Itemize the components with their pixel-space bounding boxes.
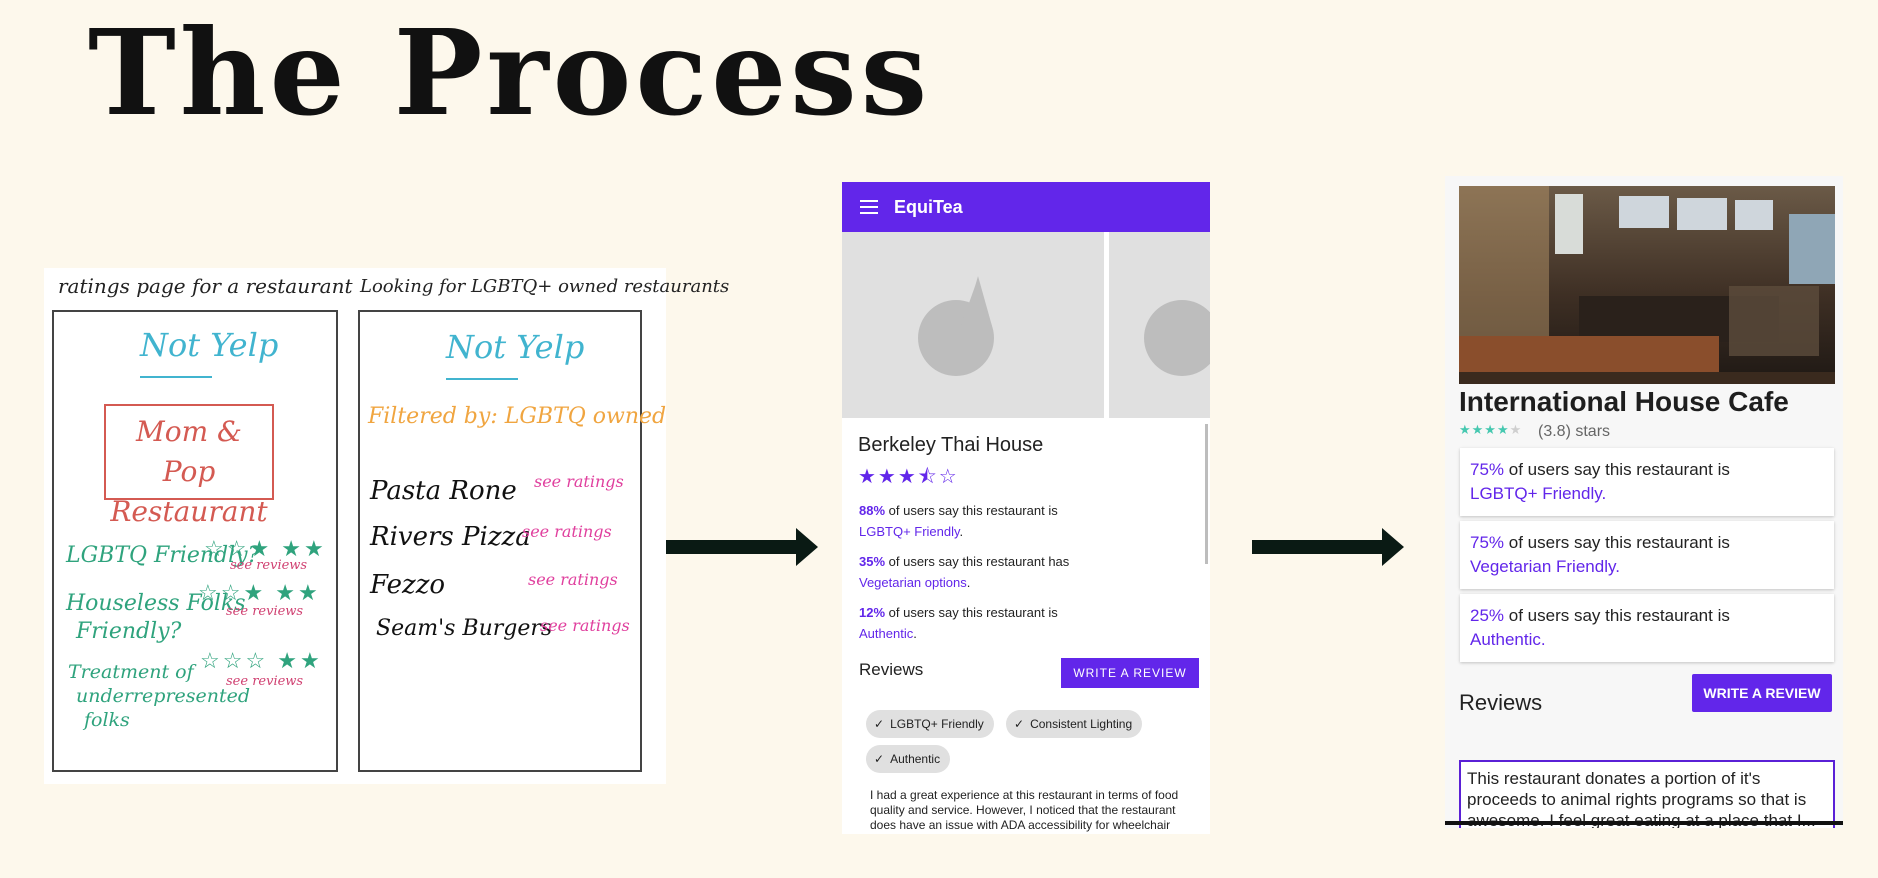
- sketch-logo: Not Yelp: [140, 326, 279, 364]
- sketch-caption-ratings: ratings page for a restaurant: [58, 274, 353, 298]
- sketch-criterion-3-stars: ☆☆☆ ★★: [200, 648, 323, 673]
- chip-authentic[interactable]: ✓ Authentic: [866, 745, 951, 773]
- sketch-criterion-3-line-3: folks: [84, 709, 130, 731]
- stat-link[interactable]: Authentic: [859, 626, 913, 641]
- stat-end: .: [959, 524, 964, 539]
- image-carousel[interactable]: [842, 232, 1210, 418]
- sketch-criterion-2-reviews: see reviews: [226, 604, 304, 619]
- sketch-restaurant-1-link: see ratings: [534, 472, 624, 491]
- review-text: I had a great experience at this restaur…: [870, 788, 1179, 834]
- stat-percent: 88%: [859, 503, 886, 518]
- reviews-heading: Reviews: [859, 660, 924, 679]
- star-icon: ★: [1509, 422, 1523, 437]
- divider: [1445, 821, 1843, 825]
- sketch-criterion-3-reviews: see reviews: [226, 674, 304, 689]
- stat-item: 88% of users say this restaurant is LGBT…: [859, 500, 1199, 542]
- restaurant-name: Berkeley Thai House: [858, 434, 1044, 456]
- sketch-logo-underline: [140, 376, 212, 378]
- sketch-criterion-1-reviews: see reviews: [230, 558, 308, 573]
- write-review-button[interactable]: WRITE A REVIEW: [1061, 658, 1199, 688]
- sketch-criterion-3-line-2: underrepresented: [76, 685, 251, 707]
- write-review-button[interactable]: WRITE A REVIEW: [1692, 674, 1832, 712]
- sketch-restaurant-4-link: see ratings: [540, 616, 630, 635]
- sketch-restaurant-4: Seam's Burgers: [376, 616, 553, 641]
- chip-label: LGBTQ+ Friendly: [890, 717, 984, 731]
- stat-text: of users say this restaurant is: [1504, 460, 1730, 479]
- cafe-interior-image: [1459, 186, 1835, 384]
- sketch-criterion-2-line-2: Friendly?: [76, 619, 182, 644]
- stat-card: 25% of users say this restaurant is Authe…: [1460, 594, 1834, 662]
- chip-lgbtq-friendly[interactable]: ✓ LGBTQ+ Friendly: [866, 710, 994, 738]
- arrow-right-icon: [1252, 528, 1404, 566]
- stat-link[interactable]: LGBTQ+ Friendly.: [1470, 484, 1606, 503]
- stat-percent: 75%: [1470, 460, 1505, 479]
- stat-link[interactable]: Vegetarian options: [859, 575, 967, 590]
- check-icon: ✓: [1014, 717, 1025, 731]
- review-card[interactable]: This restaurant donates a portion of it'…: [1459, 760, 1835, 828]
- app-title: EquiTea: [894, 196, 963, 217]
- stat-text: of users say this restaurant is: [1504, 533, 1730, 552]
- reviews-heading: Reviews: [1459, 690, 1543, 715]
- stat-item: 12% of users say this restaurant is Auth…: [859, 602, 1199, 644]
- arrow-right-icon: [666, 528, 818, 566]
- chip-label: Authentic: [890, 752, 941, 766]
- stat-text: of users say this restaurant is: [885, 503, 1058, 518]
- scrollbar[interactable]: [1205, 424, 1208, 564]
- sketch-restaurant-line-2: Restaurant: [110, 495, 268, 528]
- stat-percent: 12%: [859, 605, 886, 620]
- stat-text: of users say this restaurant is: [1504, 606, 1730, 625]
- sketch-filter-label: Filtered by: LGBTQ owned: [368, 404, 667, 429]
- stat-text: of users say this restaurant is: [885, 605, 1058, 620]
- rating-text: (3.8) stars: [1538, 423, 1611, 440]
- sketch-logo-2-underline: [446, 378, 518, 380]
- app-bar: EquiTea: [842, 182, 1210, 232]
- rating-stars: ★★★★★: [1459, 422, 1522, 438]
- stat-link[interactable]: Vegetarian Friendly.: [1470, 557, 1620, 576]
- sketch-restaurant-box: Mom & Pop Restaurant: [104, 404, 274, 528]
- stat-card: 75% of users say this restaurant is Veget…: [1460, 521, 1834, 589]
- stat-end: .: [966, 575, 971, 590]
- chip-label: Consistent Lighting: [1030, 717, 1133, 731]
- star-icon: ★★★★: [1459, 422, 1510, 437]
- sketch-restaurant-1: Pasta Rone: [370, 476, 517, 506]
- stat-link[interactable]: LGBTQ+ Friendly: [859, 524, 960, 539]
- paper-sketch-panel: ratings page for a restaurant Looking fo…: [44, 268, 729, 784]
- stat-text: of users say this restaurant has: [885, 554, 1070, 569]
- final-mockup-screen: International House Cafe ★★★★★ (3.8) sta…: [1445, 176, 1843, 828]
- image-placeholder-icon: [918, 276, 1210, 376]
- sketch-criterion-2-stars: ☆☆★ ★★: [198, 580, 321, 605]
- rating-stars: ★★★⯪☆: [858, 466, 959, 488]
- sketch-restaurant-2: Rivers Pizza: [370, 522, 531, 552]
- carousel-divider: [1104, 232, 1109, 418]
- stat-percent: 25%: [1470, 606, 1505, 625]
- sketch-restaurant-line-1: Mom & Pop: [136, 415, 242, 488]
- check-icon: ✓: [874, 752, 885, 766]
- page-title: The Process: [88, 3, 932, 142]
- menu-icon[interactable]: [860, 196, 878, 218]
- stat-percent: 75%: [1470, 533, 1505, 552]
- sketch-logo-2: Not Yelp: [446, 328, 585, 366]
- stat-link[interactable]: Authentic.: [1470, 630, 1546, 649]
- sketch-restaurant-3: Fezzo: [370, 570, 446, 600]
- stat-card: 75% of users say this restaurant is LGBTQ…: [1460, 448, 1834, 516]
- stat-item: 35% of users say this restaurant has Veg…: [859, 551, 1199, 593]
- restaurant-name: International House Cafe: [1459, 386, 1789, 417]
- stat-end: .: [913, 626, 917, 641]
- sketch-restaurant-3-link: see ratings: [528, 570, 618, 589]
- sketch-restaurant-2-link: see ratings: [522, 522, 612, 541]
- sketch-caption-lgbtq: Looking for LGBTQ+ owned restaurants: [360, 276, 730, 297]
- chip-consistent-lighting[interactable]: ✓ Consistent Lighting: [1006, 710, 1143, 738]
- stat-percent: 35%: [859, 554, 886, 569]
- check-icon: ✓: [874, 717, 885, 731]
- review-text: This restaurant donates a portion of it'…: [1467, 769, 1816, 828]
- restaurant-photo: [1459, 186, 1835, 384]
- wireframe-screen: EquiTea Berkeley Thai House ★★★⯪☆ 88% of…: [842, 182, 1210, 834]
